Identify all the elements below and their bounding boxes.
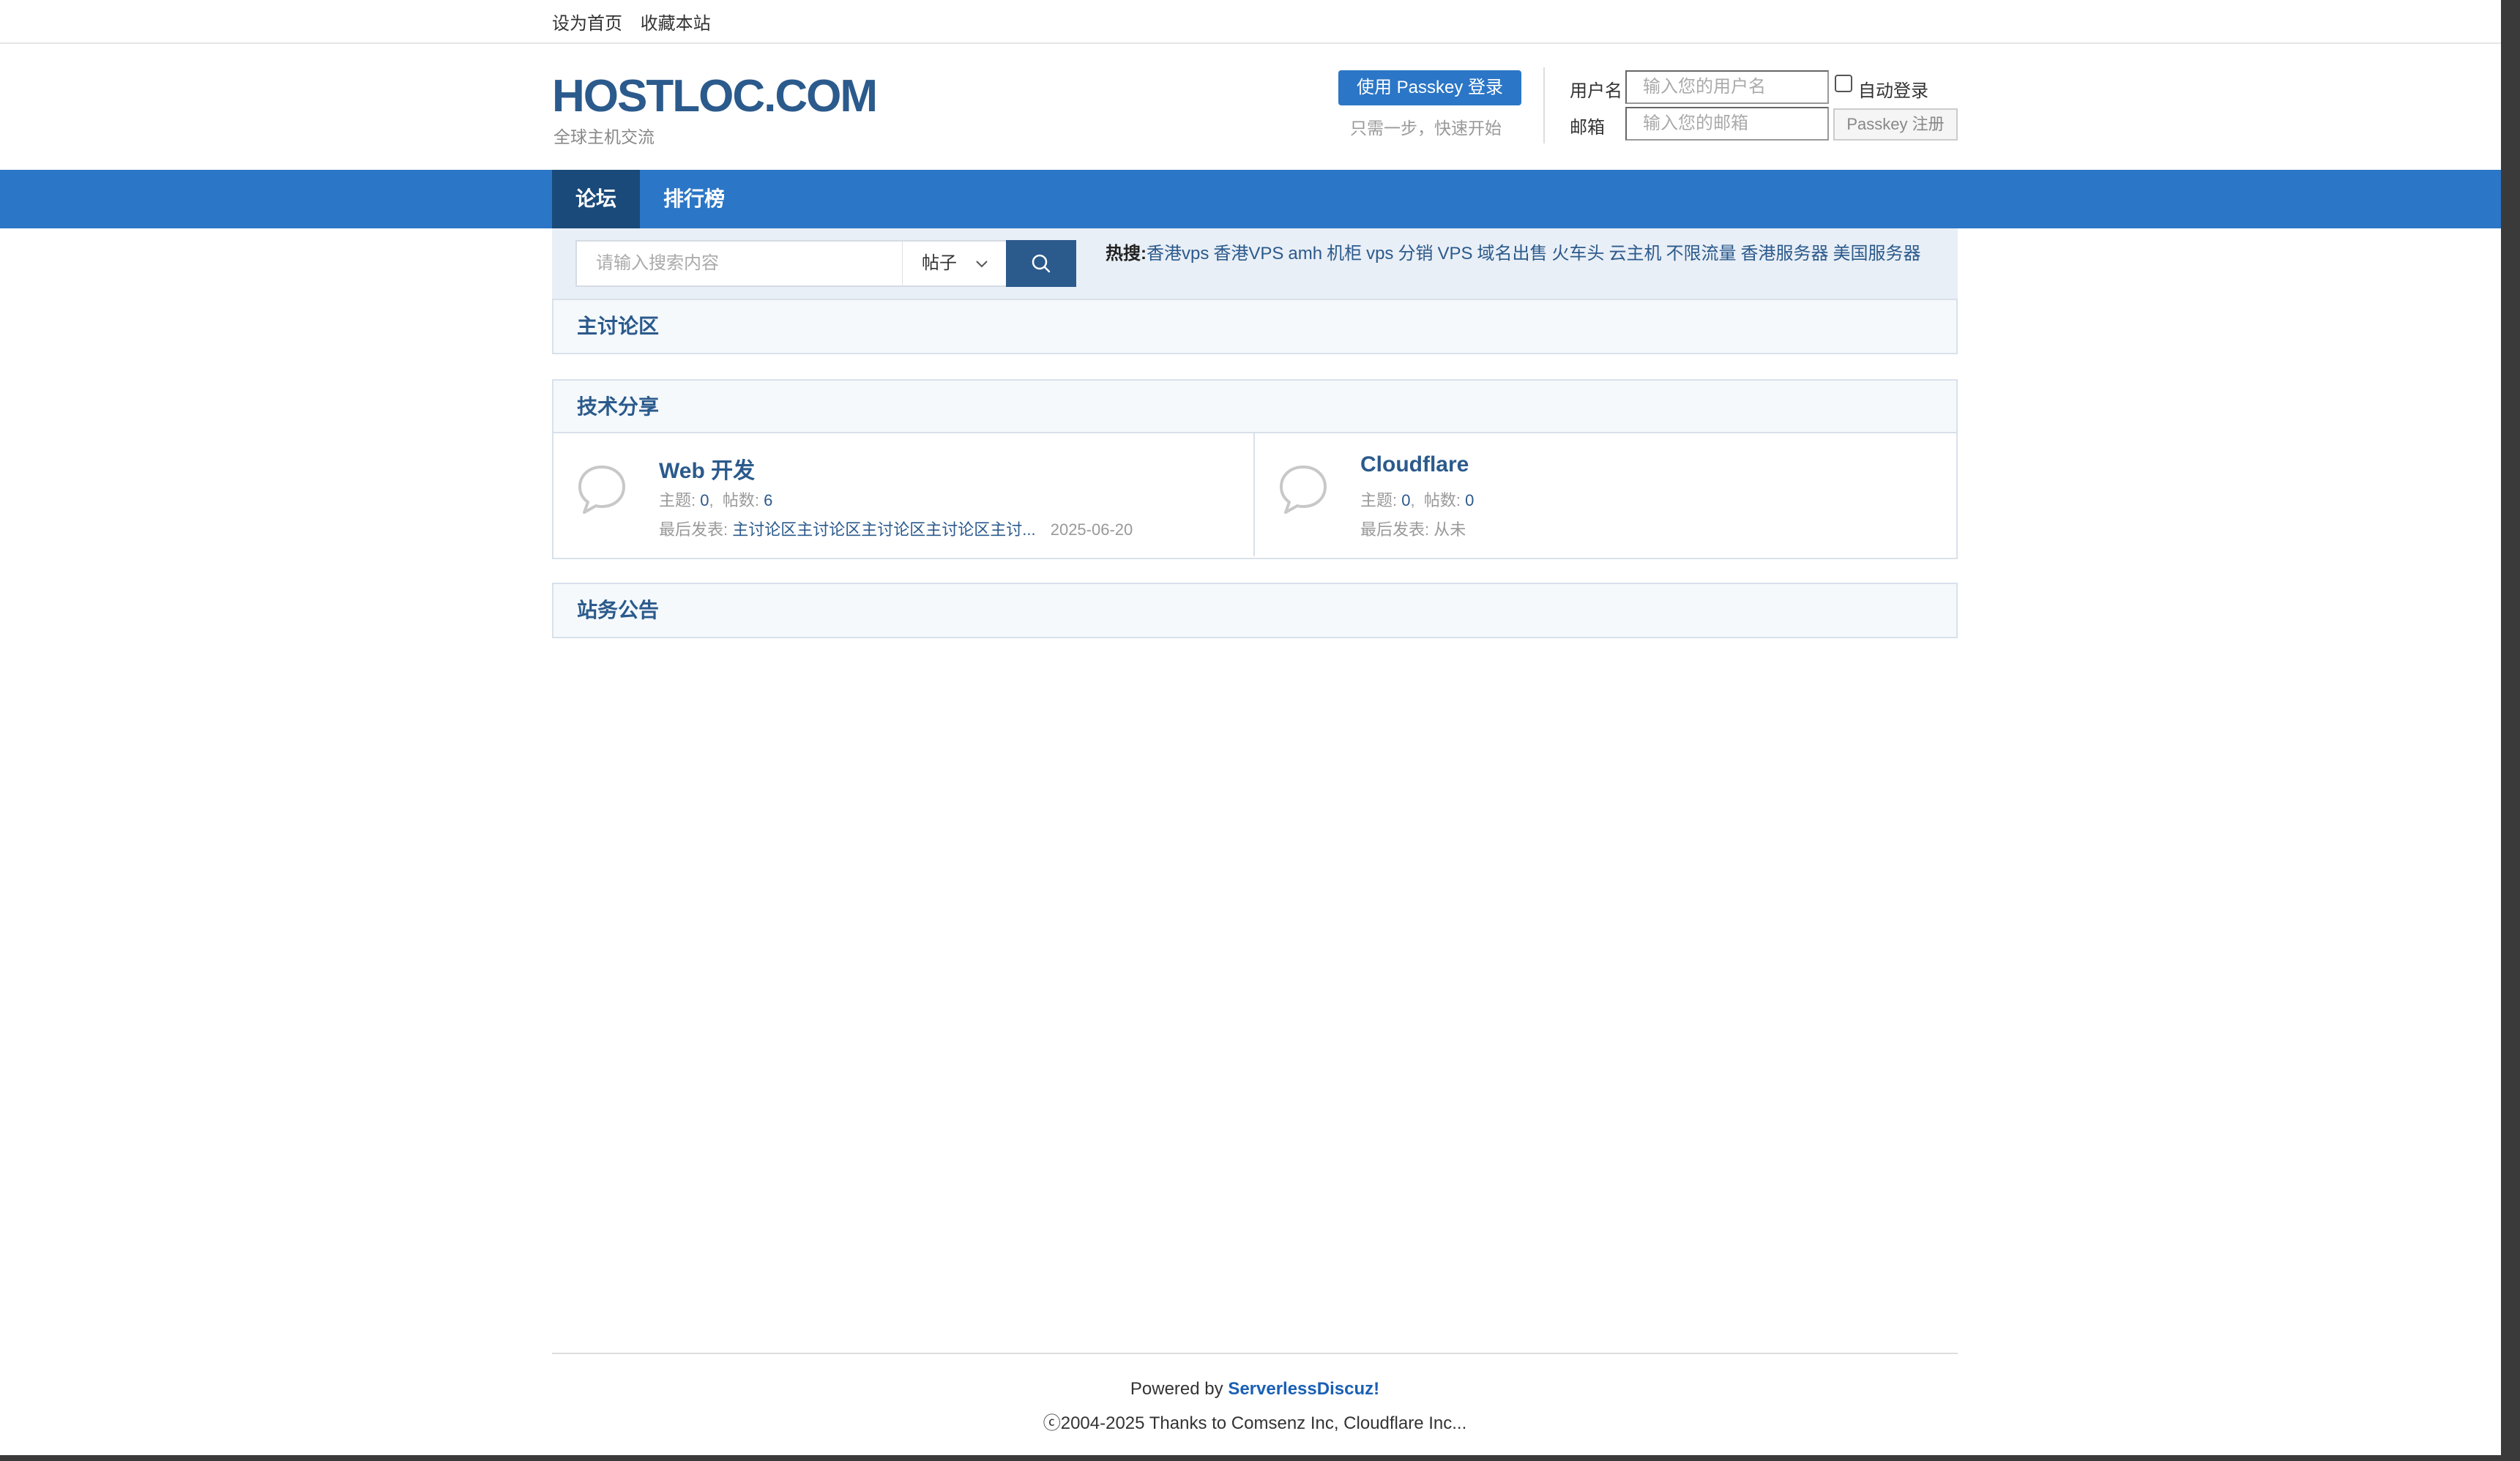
passkey-login-button[interactable]: 使用 Passkey 登录 <box>1338 70 1521 105</box>
forum-stats: 主题: 0, 帖数: 6 <box>659 491 773 509</box>
chevron-down-icon <box>976 261 988 268</box>
footer-divider <box>552 1353 1958 1354</box>
posts-count: 0 <box>1465 491 1475 509</box>
email-label: 邮箱 <box>1570 118 1605 138</box>
forum-stats: 主题: 0, 帖数: 0 <box>1360 491 1475 509</box>
hot-keyword[interactable]: amh <box>1288 244 1322 264</box>
search-bar: 请输入搜索内容 帖子 热搜:香港vps 香港VPS amh 机柜 vps 分销 VPS 域名出… <box>552 228 1958 299</box>
powered-by-label: Powered by <box>1130 1379 1223 1399</box>
search-icon <box>1032 254 1051 273</box>
topics-label: 主题: <box>1360 491 1398 509</box>
posts-count: 6 <box>764 491 773 509</box>
main-nav: 论坛 排行榜 <box>0 170 2501 228</box>
passkey-register-button[interactable]: Passkey 注册 <box>1833 108 1958 141</box>
topics-label: 主题: <box>659 491 696 509</box>
hot-keyword[interactable]: 不限流量 <box>1666 244 1736 264</box>
footer-brand-link[interactable]: ServerlessDiscuz! <box>1228 1379 1379 1399</box>
username-input[interactable]: 输入您的用户名 <box>1625 70 1829 104</box>
search-input[interactable]: 请输入搜索内容 <box>575 240 903 287</box>
forum-item: Web 开发 主题: 0, 帖数: 6 最后发表: 主讨论区主讨论区主讨论区主讨… <box>553 433 1255 556</box>
last-post-label: 最后发表: <box>1360 520 1430 539</box>
topics-count: 0 <box>1401 491 1411 509</box>
email-input[interactable]: 输入您的邮箱 <box>1625 107 1829 141</box>
auto-login-checkbox[interactable] <box>1835 75 1852 92</box>
top-bar: 设为首页 收藏本站 <box>0 0 2501 44</box>
footer-powered: Powered by ServerlessDiscuz! <box>552 1379 1958 1400</box>
hot-search-label: 热搜: <box>1106 244 1147 264</box>
section-tech-sharing: 技术分享 Web 开发 主题: 0, 帖数: 6 最后发表: 主讨论区主讨论区主… <box>552 379 1958 559</box>
posts-label: 帖数: <box>1423 491 1461 509</box>
speech-bubble-icon <box>578 466 625 514</box>
site-slogan: 全球主机交流 <box>553 127 655 146</box>
window-edge-bottom <box>0 1455 2520 1461</box>
passkey-hint: 只需一步，快速开始 <box>1350 119 1502 138</box>
search-type-select[interactable]: 帖子 <box>902 240 1007 287</box>
hot-keyword[interactable]: 香港vps <box>1147 244 1209 264</box>
hot-keyword[interactable]: 火车头 <box>1551 244 1604 264</box>
page: 设为首页 收藏本站 HOSTLOC.COM 全球主机交流 使用 Passkey … <box>0 0 2520 1461</box>
section-title[interactable]: 站务公告 <box>553 584 1956 637</box>
site-logo[interactable]: HOSTLOC.COM <box>552 70 878 122</box>
hot-keyword[interactable]: 域名出售 <box>1477 244 1547 264</box>
tab-forum[interactable]: 论坛 <box>552 170 640 228</box>
window-edge <box>2501 0 2520 1461</box>
topics-count: 0 <box>700 491 709 509</box>
section-title[interactable]: 主讨论区 <box>553 300 1956 353</box>
auto-login-label: 自动登录 <box>1858 81 1928 101</box>
forum-name[interactable]: Web 开发 <box>659 452 755 485</box>
header-divider <box>1543 67 1545 143</box>
search-type-value: 帖子 <box>922 253 957 273</box>
forum-last-post: 最后发表: 主讨论区主讨论区主讨论区主讨论区主讨... 2025-06-20 <box>659 517 1133 540</box>
forum-name[interactable]: Cloudflare <box>1360 452 1469 477</box>
hot-keyword[interactable]: 美国服务器 <box>1833 244 1920 264</box>
hot-keyword[interactable]: 云主机 <box>1608 244 1661 264</box>
hot-keyword[interactable]: 香港服务器 <box>1740 244 1828 264</box>
footer-copyright: ⓒ2004-2025 Thanks to Comsenz Inc, Cloudf… <box>1043 1413 1467 1433</box>
speech-bubble-icon <box>1280 466 1327 514</box>
hot-keyword[interactable]: VPS <box>1437 244 1472 264</box>
header: HOSTLOC.COM 全球主机交流 使用 Passkey 登录 只需一步，快速… <box>552 44 1958 170</box>
top-links: 设为首页 收藏本站 <box>552 9 724 34</box>
section-announcements: 站务公告 <box>552 583 1958 638</box>
forum-row: Web 开发 主题: 0, 帖数: 6 最后发表: 主讨论区主讨论区主讨论区主讨… <box>553 433 1956 556</box>
hot-keyword[interactable]: 机柜 <box>1327 244 1362 264</box>
last-post-value: 从未 <box>1434 520 1466 539</box>
section-title[interactable]: 技术分享 <box>553 381 1956 433</box>
hot-keyword[interactable]: 香港VPS <box>1213 244 1283 264</box>
forum-item: Cloudflare 主题: 0, 帖数: 0 最后发表: 从未 <box>1255 433 1956 556</box>
section-main-discussion: 主讨论区 <box>552 299 1958 354</box>
bookmark-link[interactable]: 收藏本站 <box>641 14 711 34</box>
search-button[interactable] <box>1006 240 1076 287</box>
username-label: 用户名 <box>1570 81 1622 101</box>
hot-search: 热搜:香港vps 香港VPS amh 机柜 vps 分销 VPS 域名出售 火车头 云主机 不限流量… <box>1106 239 1925 264</box>
set-home-link[interactable]: 设为首页 <box>552 14 622 34</box>
forum-last-post: 最后发表: 从未 <box>1360 517 1466 540</box>
hot-keyword[interactable]: 分销 <box>1398 244 1433 264</box>
last-post-date: 2025-06-20 <box>1050 520 1133 539</box>
last-post-link[interactable]: 主讨论区主讨论区主讨论区主讨论区主讨... <box>732 520 1035 539</box>
tab-leaderboard[interactable]: 排行榜 <box>653 170 735 228</box>
posts-label: 帖数: <box>722 491 759 509</box>
last-post-label: 最后发表: <box>659 520 728 539</box>
hot-keyword[interactable]: vps <box>1366 244 1393 264</box>
